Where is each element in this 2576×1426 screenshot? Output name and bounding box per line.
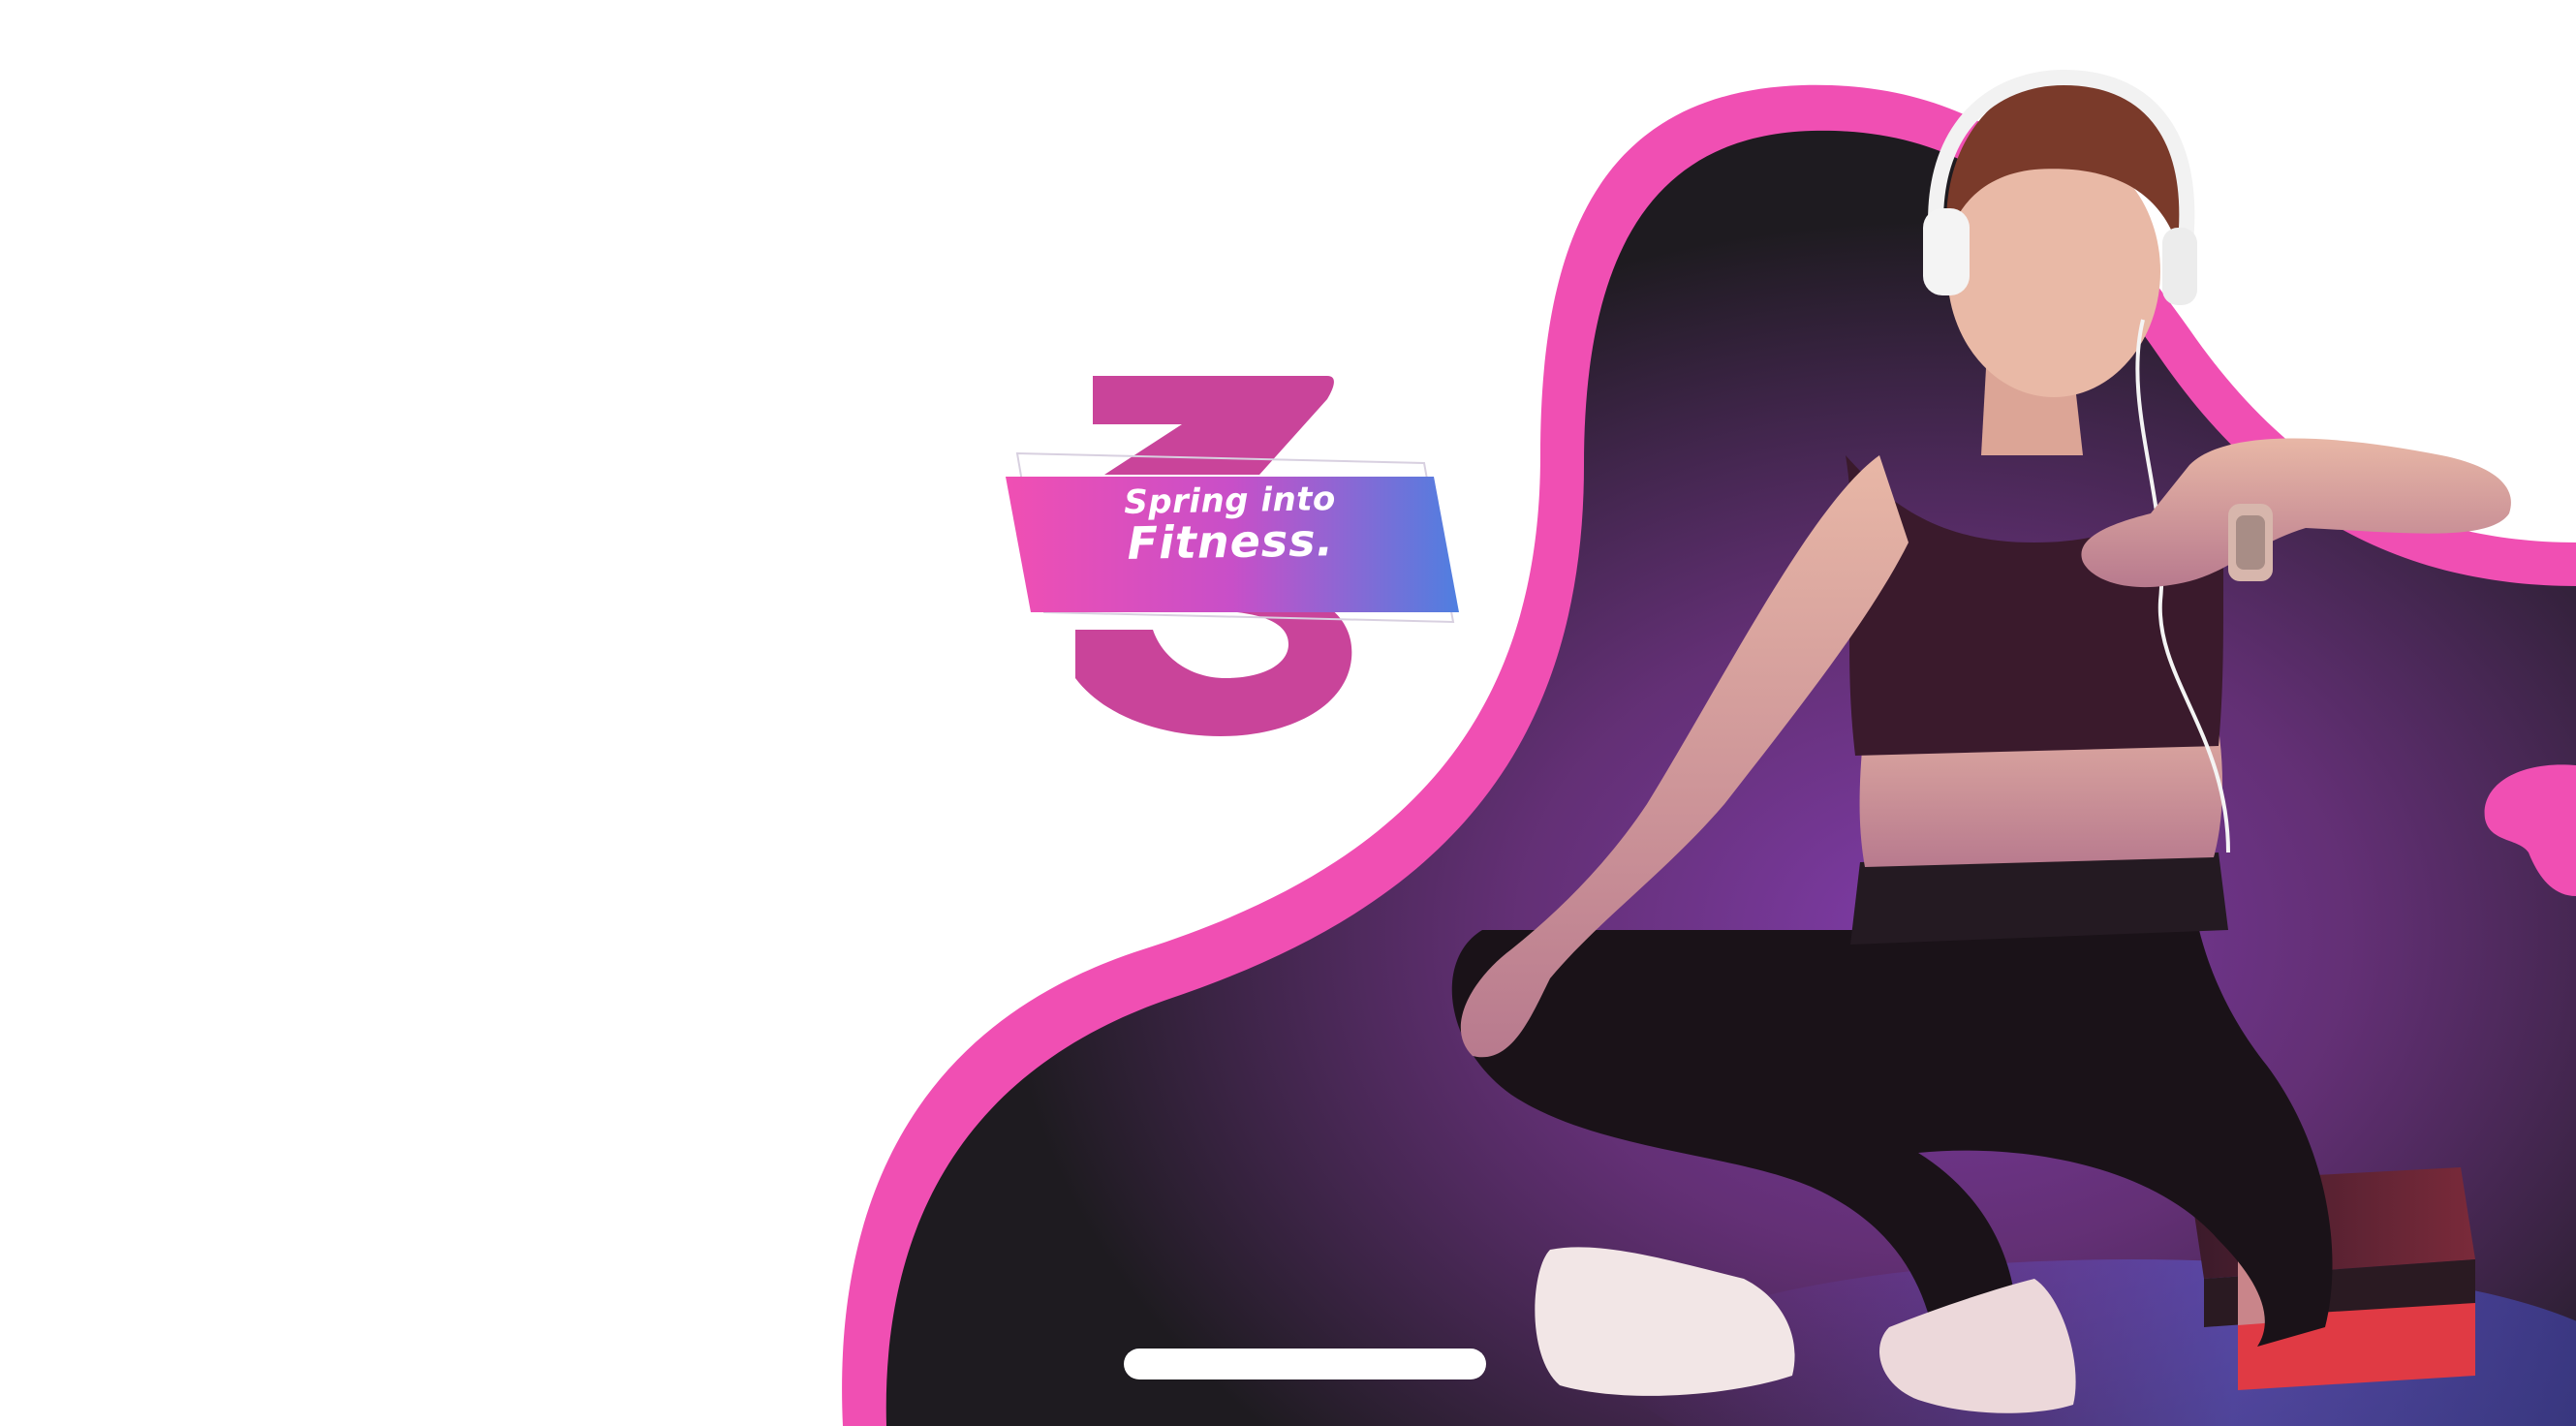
promo-badge: Spring into Fitness. — [998, 368, 1463, 746]
headline-line-2: Fitness. — [1127, 513, 1335, 570]
onboarding-screen: Spring into Fitness. — [0, 0, 2576, 1426]
home-indicator[interactable] — [1124, 1348, 1486, 1380]
promo-headline: Spring into Fitness. — [1094, 480, 1366, 570]
smartwatch-icon — [2228, 504, 2273, 581]
